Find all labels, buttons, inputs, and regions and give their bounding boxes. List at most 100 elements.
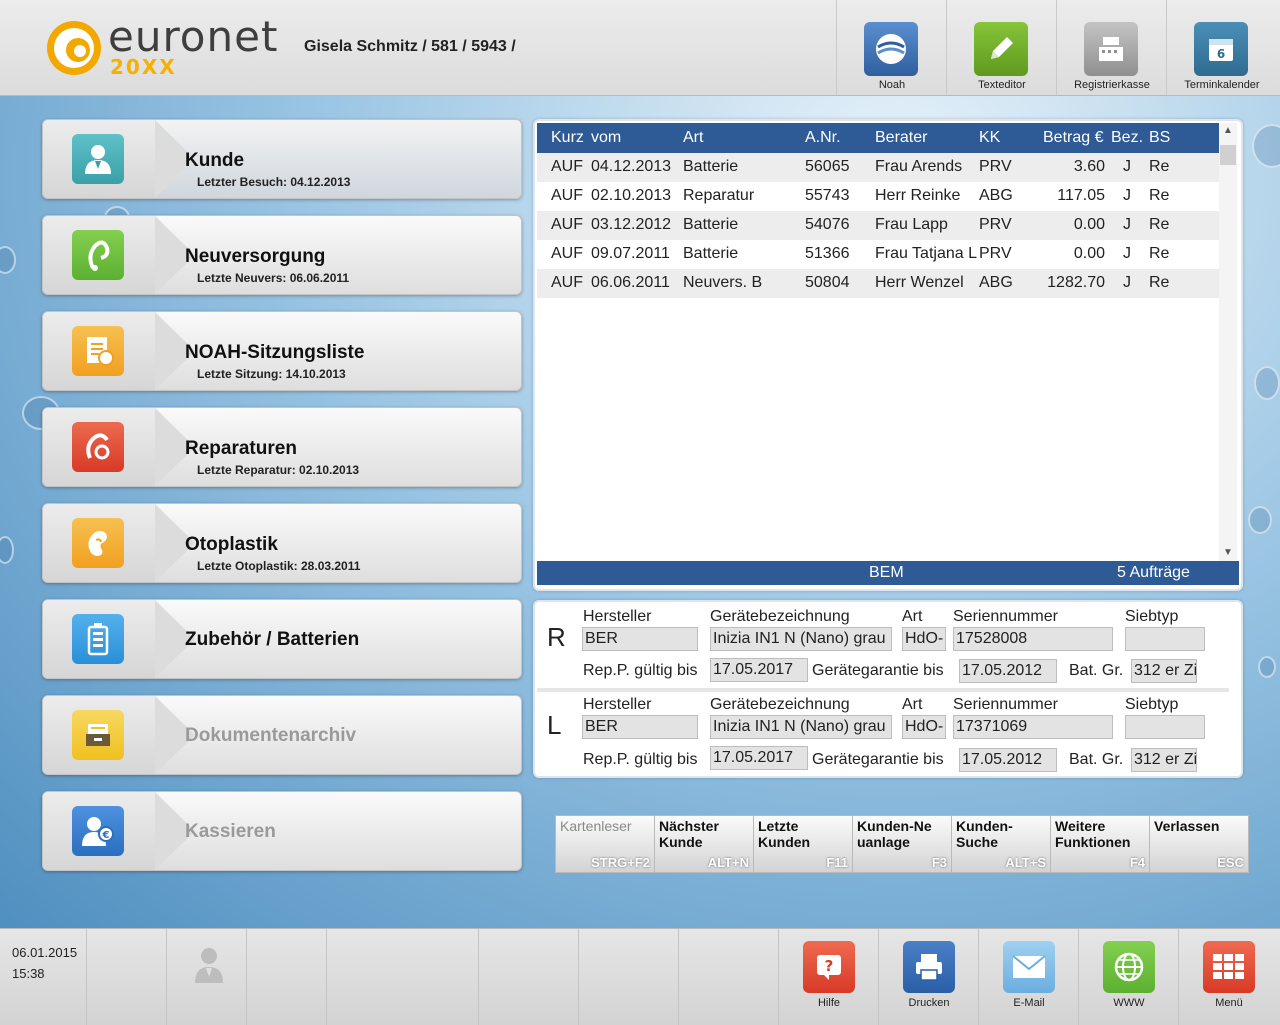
right-art-field[interactable]: HdO- <box>902 627 946 651</box>
footer-slot <box>478 929 579 1025</box>
label-garantie: Gerätegarantie bis <box>812 751 944 768</box>
verlassen-button[interactable]: Verlassen ESC <box>1149 815 1249 873</box>
function-key-bar: Kartenleser STRG+F2 Nächster Kunde ALT+N… <box>555 815 1249 873</box>
right-garantie-field[interactable]: 17.05.2012 <box>959 659 1057 683</box>
registrierkasse-button[interactable]: Registrierkasse <box>1056 0 1167 95</box>
texteditor-button[interactable]: Texteditor <box>946 0 1057 95</box>
hilfe-button[interactable]: ? Hilfe <box>778 929 879 1025</box>
label-hersteller: Hersteller <box>583 696 652 713</box>
noah-button[interactable]: Noah <box>836 0 947 95</box>
www-button[interactable]: WWW <box>1078 929 1179 1025</box>
orders-scrollbar[interactable]: ▲ ▼ <box>1219 123 1237 563</box>
drucken-button[interactable]: Drucken <box>878 929 979 1025</box>
col-berater[interactable]: Berater <box>875 129 927 147</box>
fkey-label: Nächster Kunde <box>659 818 719 850</box>
fkey-label: Kunden-Neuanlage <box>857 818 932 850</box>
cell-betrag: 0.00 <box>1073 216 1105 233</box>
water-drop <box>1252 124 1280 168</box>
battery-icon <box>72 614 124 664</box>
menu-card-kunde[interactable]: Kunde Letzter Besuch: 04.12.2013 <box>42 119 522 199</box>
cell-anr: 56065 <box>805 158 850 175</box>
cell-vom: 02.10.2013 <box>591 187 672 204</box>
water-drop <box>0 246 16 274</box>
label-garantie: Gerätegarantie bis <box>812 662 944 679</box>
label-hersteller: Hersteller <box>583 608 652 625</box>
cell-vom: 03.12.2012 <box>591 216 672 233</box>
www-label: WWW <box>1113 997 1145 1009</box>
right-geraet-field[interactable]: Inizia IN1 N (Nano) grau <box>710 627 892 651</box>
email-label: E-Mail <box>1013 997 1045 1009</box>
cell-bs: Re <box>1149 274 1170 291</box>
right-serie-field[interactable]: 17528008 <box>953 627 1113 651</box>
water-drop <box>0 536 14 564</box>
menu-card-neuversorgung[interactable]: Neuversorgung Letzte Neuvers: 06.06.2011 <box>42 215 522 295</box>
table-row[interactable]: AUF 06.06.2011 Neuvers. B 50804 Herr Wen… <box>537 269 1219 298</box>
cell-berater: Frau Arends <box>875 158 963 175</box>
noah-icon <box>864 22 918 76</box>
menu-card-noah-sitzungsliste[interactable]: NOAH-Sitzungsliste Letzte Sitzung: 14.10… <box>42 311 522 391</box>
cell-bez: J <box>1123 216 1131 233</box>
left-siebtyp-field[interactable] <box>1125 715 1205 739</box>
col-anr[interactable]: A.Nr. <box>805 129 841 147</box>
table-row[interactable]: AUF 02.10.2013 Reparatur 55743 Herr Rein… <box>537 182 1219 211</box>
col-betrag[interactable]: Betrag € <box>1043 129 1103 147</box>
col-art[interactable]: Art <box>683 129 703 147</box>
session-list-icon <box>72 326 124 376</box>
fkey-label: Kunden-Suche <box>956 818 1013 850</box>
left-garantie-field[interactable]: 17.05.2012 <box>959 748 1057 772</box>
left-hersteller-field[interactable]: BER <box>582 715 698 739</box>
table-row[interactable]: AUF 09.07.2011 Batterie 51366 Frau Tatja… <box>537 240 1219 269</box>
menu-subtitle: Letzte Neuvers: 06.06.2011 <box>197 271 350 285</box>
col-kurz[interactable]: Kurz <box>551 129 584 147</box>
kunden-suche-button[interactable]: Kunden-Suche ALT+S <box>951 815 1051 873</box>
table-row[interactable]: AUF 03.12.2012 Batterie 54076 Frau Lapp … <box>537 211 1219 240</box>
cell-bs: Re <box>1149 187 1170 204</box>
email-button[interactable]: E-Mail <box>978 929 1079 1025</box>
svg-text:?: ? <box>825 957 834 975</box>
cell-bez: J <box>1123 187 1131 204</box>
right-batgr-field[interactable]: 312 er Zi <box>1131 659 1197 683</box>
scroll-down-icon[interactable]: ▼ <box>1223 547 1233 558</box>
right-hersteller-field[interactable]: BER <box>582 627 698 651</box>
weitere-funktionen-button[interactable]: Weitere Funktionen F4 <box>1050 815 1150 873</box>
left-geraet-field[interactable]: Inizia IN1 N (Nano) grau <box>710 715 892 739</box>
cell-art: Batterie <box>683 245 739 262</box>
user-slot[interactable] <box>166 929 247 1025</box>
right-rep-field[interactable]: 17.05.2017 <box>710 658 808 682</box>
col-bs[interactable]: BS <box>1149 129 1170 147</box>
menu-card-zubehoer-batterien[interactable]: Zubehör / Batterien <box>42 599 522 679</box>
menu-card-dokumentenarchiv[interactable]: Dokumentenarchiv <box>42 695 522 775</box>
col-kk[interactable]: KK <box>979 129 1000 147</box>
menu-card-reparaturen[interactable]: Reparaturen Letzte Reparatur: 02.10.2013 <box>42 407 522 487</box>
scroll-thumb[interactable] <box>1220 145 1236 165</box>
side-right-label: R <box>547 622 566 652</box>
registrierkasse-label: Registrierkasse <box>1074 79 1150 91</box>
cell-betrag: 0.00 <box>1073 245 1105 262</box>
menu-subtitle: Letzter Besuch: 04.12.2013 <box>197 175 351 189</box>
cell-art: Reparatur <box>683 187 755 204</box>
calendar-icon: 6 <box>1194 22 1248 76</box>
orders-panel: Kurz vom Art A.Nr. Berater KK Betrag € B… <box>533 119 1243 591</box>
kunden-neuanlage-button[interactable]: Kunden-Neuanlage F3 <box>852 815 952 873</box>
menu-card-otoplastik[interactable]: Otoplastik Letzte Otoplastik: 28.03.2011 <box>42 503 522 583</box>
label-serie: Seriennummer <box>953 696 1058 713</box>
col-bez[interactable]: Bez. <box>1111 129 1143 147</box>
right-siebtyp-field[interactable] <box>1125 627 1205 651</box>
terminkalender-button[interactable]: 6 Terminkalender <box>1166 0 1277 95</box>
menu-card-kassieren[interactable]: € Kassieren <box>42 791 522 871</box>
scroll-up-icon[interactable]: ▲ <box>1223 125 1233 136</box>
letzte-kunden-button[interactable]: Letzte Kunden F11 <box>753 815 853 873</box>
kartenleser-button[interactable]: Kartenleser STRG+F2 <box>555 815 655 873</box>
menu-title: Kunde <box>185 150 245 171</box>
naechster-kunde-button[interactable]: Nächster Kunde ALT+N <box>654 815 754 873</box>
left-rep-field[interactable]: 17.05.2017 <box>710 746 808 770</box>
help-icon: ? <box>803 941 855 993</box>
left-serie-field[interactable]: 17371069 <box>953 715 1113 739</box>
fkey-shortcut: F3 <box>931 855 947 870</box>
table-row[interactable]: AUF 04.12.2013 Batterie 56065 Frau Arend… <box>537 153 1219 182</box>
left-art-field[interactable]: HdO- <box>902 715 946 739</box>
left-batgr-field[interactable]: 312 er Zi <box>1131 748 1197 772</box>
cell-bez: J <box>1123 245 1131 262</box>
menue-button[interactable]: Menü <box>1178 929 1279 1025</box>
col-vom[interactable]: vom <box>591 129 621 147</box>
